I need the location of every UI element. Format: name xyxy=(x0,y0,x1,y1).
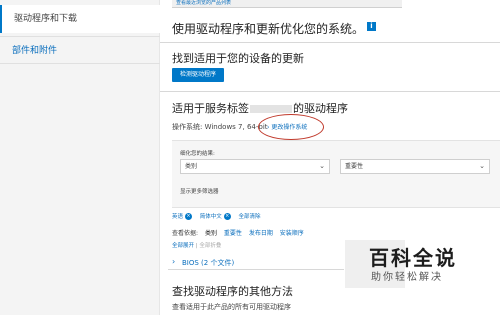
watermark-logo: 百科全说 助你轻松解决 xyxy=(345,240,500,290)
divider xyxy=(160,42,500,43)
filter-english: 英语 xyxy=(172,214,184,220)
other-ways-desc: 查看适用于此产品的所有可用驱动程序 xyxy=(172,303,291,311)
expand-all-link[interactable]: 全部展开 xyxy=(172,243,194,249)
recent-products-link[interactable]: 查看最近浏览的产品列表 xyxy=(172,0,402,7)
remove-filter-icon[interactable]: × xyxy=(223,213,231,220)
category-select[interactable]: 类别 ⌄ xyxy=(180,159,330,174)
sort-option-category[interactable]: 类别 xyxy=(205,230,217,237)
sort-row: 查看依据: 类别 重要性 发布日期 安装顺序 xyxy=(172,228,304,237)
watermark-title: 百科全说 xyxy=(369,246,457,270)
sidebar-item-drivers[interactable]: 驱动程序和下载 xyxy=(0,5,160,33)
blurred-service-tag xyxy=(250,105,292,113)
expand-collapse: 全部展开 | 全部折叠 xyxy=(172,243,222,249)
sidebar: 驱动程序和下载 部件和附件 xyxy=(0,0,160,315)
importance-select-value: 重要性 xyxy=(345,163,364,170)
remove-filter-icon[interactable]: × xyxy=(185,213,193,220)
clear-all-link[interactable]: 全部清除 xyxy=(239,214,261,220)
expand-chevron-icon: › xyxy=(172,257,176,266)
info-icon[interactable]: i xyxy=(367,22,376,31)
chevron-down-icon: ⌄ xyxy=(319,162,325,170)
page-title: 使用驱动程序和更新优化您的系统。 xyxy=(172,22,365,36)
sort-option-date[interactable]: 发布日期 xyxy=(249,230,273,237)
watermark-subtitle: 助你轻松解决 xyxy=(371,272,443,283)
bios-row[interactable]: › BIOS (2 个文件) xyxy=(168,253,344,270)
refine-label: 细化您的结果: xyxy=(180,151,215,157)
more-filters-link[interactable]: 显示更多筛选器 xyxy=(180,187,219,195)
importance-select[interactable]: 重要性 ⌄ xyxy=(340,159,490,174)
service-tag-title-text: 适用于服务标签 xyxy=(172,102,249,115)
chevron-down-icon: ⌄ xyxy=(479,162,485,170)
bios-label: BIOS (2 个文件) xyxy=(182,259,235,267)
service-tag-title: 适用于服务标签 的驱动程序 xyxy=(172,100,348,116)
divider xyxy=(160,91,500,92)
active-filters: 英语 × 简体中文 × 全部清除 xyxy=(172,212,261,220)
other-ways-title: 查找驱动程序的其他方法 xyxy=(172,285,293,298)
sort-label: 查看依据: xyxy=(172,230,199,237)
refine-panel: 细化您的结果: 类别 ⌄ 重要性 ⌄ 显示更多筛选器 xyxy=(172,140,500,208)
service-tag-title-suffix: 的驱动程序 xyxy=(293,102,348,115)
recent-products-bar: 查看最近浏览的产品列表 xyxy=(172,0,402,8)
collapse-all-link[interactable]: 全部折叠 xyxy=(199,243,221,249)
category-select-value: 类别 xyxy=(185,163,198,170)
detect-title: 找到适用于您的设备的更新 xyxy=(172,52,304,65)
sort-option-install-order[interactable]: 安装顺序 xyxy=(280,230,304,237)
sort-option-importance[interactable]: 重要性 xyxy=(224,230,242,237)
annotation-circle xyxy=(258,114,324,140)
os-label: 操作系统: Windows 7, 64-bit xyxy=(172,123,268,131)
detect-drivers-button[interactable]: 检测驱动程序 xyxy=(172,68,225,82)
sidebar-item-parts[interactable]: 部件和附件 xyxy=(0,36,160,64)
filter-chinese: 简体中文 xyxy=(199,214,222,220)
